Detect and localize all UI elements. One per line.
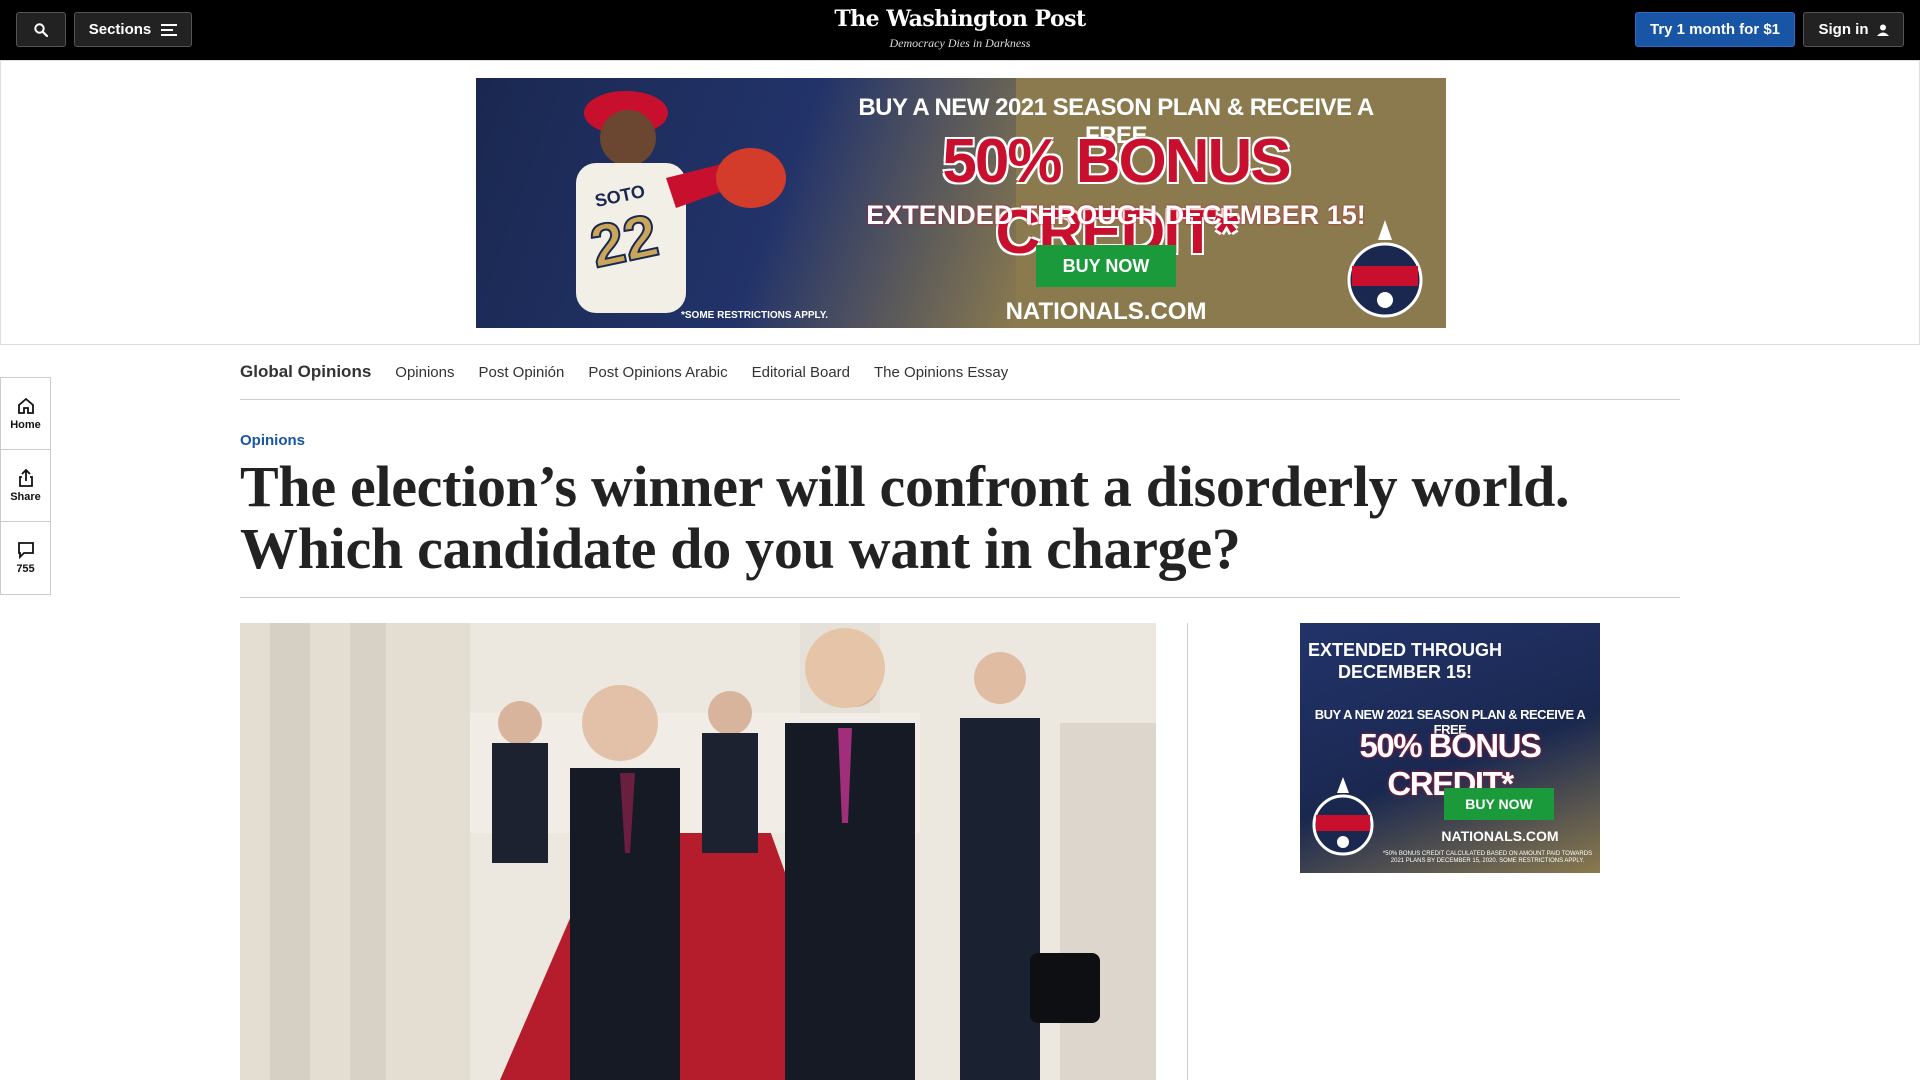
section-navigation: Global Opinions Opinions Post Opinión Po… [240, 345, 1680, 400]
ad-extended-text: EXTENDED THROUGH DECEMBER 15! [866, 200, 1366, 230]
search-icon [34, 22, 48, 37]
ad-restrictions: *SOME RESTRICTIONS APPLY. [681, 310, 829, 321]
lead-photo[interactable] [240, 623, 1156, 1080]
comments-button[interactable]: 755 [1, 522, 50, 594]
site-tagline: Democracy Dies in Darkness [889, 36, 1031, 50]
section-nav-opinions[interactable]: Opinions [395, 364, 454, 381]
nationals-side-ad[interactable]: EXTENDED THROUGH DECEMBER 15! BUY A NEW … [1300, 623, 1600, 873]
ad-site-url: NATIONALS.COM [1005, 298, 1207, 325]
lead-photo-illustration [240, 623, 1156, 1080]
article-tools-rail: Home Share 755 [0, 377, 51, 595]
comment-icon [17, 542, 34, 559]
side-ad-fine-print: *50% BONUS CREDIT CALCULATED BASED ON AM… [1382, 851, 1593, 864]
home-icon [17, 397, 34, 414]
section-nav-post-opinion[interactable]: Post Opinión [478, 364, 564, 381]
menu-icon [161, 23, 178, 36]
section-nav-current[interactable]: Global Opinions [240, 362, 371, 382]
ad-buy-now-button[interactable]: BUY NOW [1036, 245, 1176, 287]
side-ad-extended-text: EXTENDED THROUGH DECEMBER 15! [1307, 640, 1502, 682]
sign-in-label: Sign in [1818, 21, 1869, 38]
user-icon [1876, 24, 1889, 36]
world-champions-logo [1347, 220, 1423, 318]
baseball-player-image: 22 SOTO [576, 91, 786, 313]
home-label: Home [10, 418, 41, 431]
share-label: Share [10, 490, 41, 503]
headline-divider [240, 597, 1680, 598]
svg-text:22: 22 [584, 201, 663, 280]
sections-button[interactable]: Sections [74, 12, 192, 47]
section-nav-editorial-board[interactable]: Editorial Board [752, 364, 850, 381]
share-icon [18, 468, 33, 487]
side-ad-champions-logo [1312, 777, 1374, 856]
home-button[interactable]: Home [1, 378, 50, 450]
subscribe-trial-button[interactable]: Try 1 month for $1 [1635, 12, 1795, 47]
share-button[interactable]: Share [1, 450, 50, 522]
side-ad-site-url: NATIONALS.COM [1441, 828, 1559, 844]
column-divider [1187, 623, 1188, 1080]
article-headline: The election’s winner will confront a di… [240, 454, 1570, 581]
comments-count: 755 [16, 563, 35, 575]
top-navigation-bar: Sections The Washington Post Democracy D… [0, 0, 1920, 60]
sign-in-button[interactable]: Sign in [1803, 12, 1904, 47]
section-nav-post-opinions-arabic[interactable]: Post Opinions Arabic [588, 364, 727, 381]
search-button[interactable] [16, 12, 66, 47]
side-ad-buy-now-button[interactable]: BUY NOW [1444, 788, 1554, 820]
nationals-banner-ad[interactable]: 22 SOTO BUY A NEW 2021 SEASON PLAN & REC… [476, 78, 1446, 328]
site-logo[interactable]: The Washington Post [760, 6, 1160, 32]
masthead[interactable]: The Washington Post Democracy Dies in Da… [760, 6, 1160, 51]
top-ad-container: 22 SOTO BUY A NEW 2021 SEASON PLAN & REC… [0, 60, 1920, 345]
section-nav-opinions-essay[interactable]: The Opinions Essay [874, 364, 1008, 381]
article-kicker[interactable]: Opinions [240, 432, 305, 449]
sections-label: Sections [88, 21, 152, 38]
